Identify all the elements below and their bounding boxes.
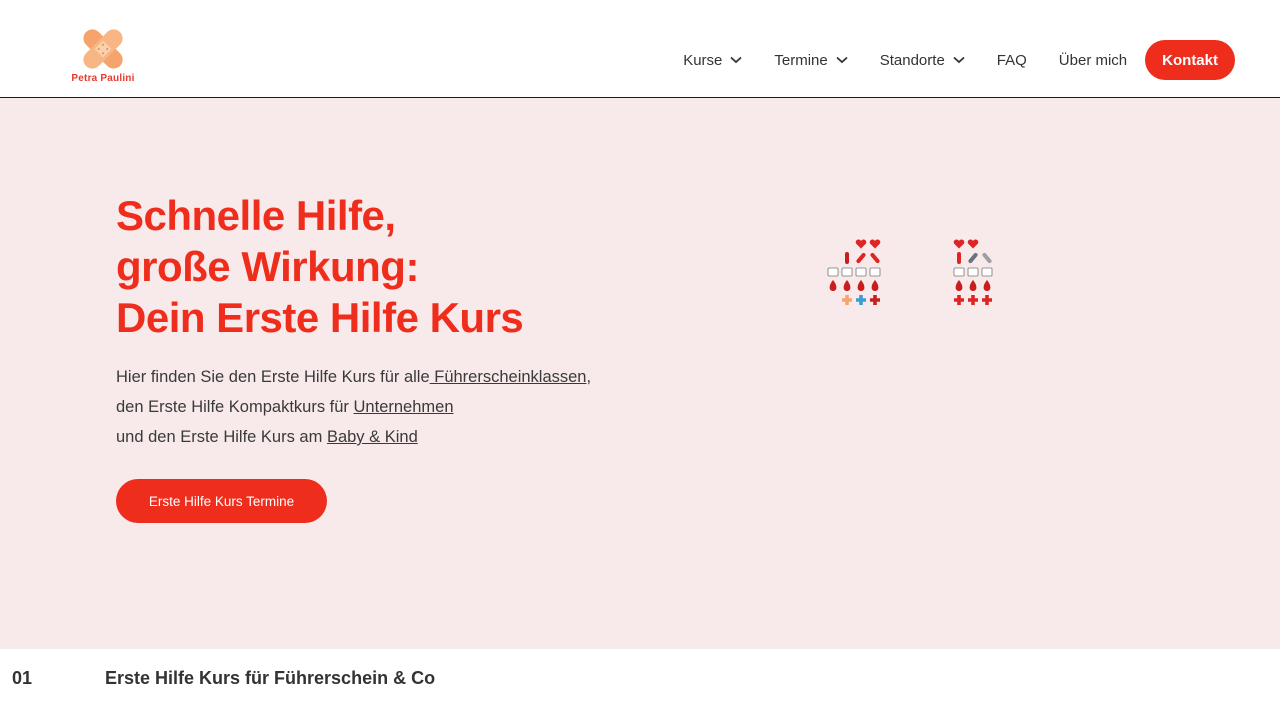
hero-headline: Schnelle Hilfe, große Wirkung: Dein Erst… [116, 190, 524, 343]
intro-text: , [586, 368, 592, 386]
hero-intro: Hier finden Sie den Erste Hilfe Kurs für… [116, 362, 591, 452]
nav-item-termine[interactable]: Termine [774, 51, 848, 69]
heart-collage-glyph [982, 252, 992, 264]
headline-line: Schnelle Hilfe, [116, 192, 396, 239]
heart-collage-glyph [957, 252, 961, 264]
heart-collage-glyph [856, 295, 866, 305]
link-baby-kind[interactable]: Baby & Kind [327, 428, 418, 446]
heart-collage-glyph [871, 280, 879, 291]
intro-text: und den Erste Hilfe Kurs am [116, 428, 327, 446]
intro-text: Hier finden Sie den Erste Hilfe Kurs für… [116, 368, 430, 386]
heart-collage-glyph [869, 239, 881, 249]
heart-collage-glyph [857, 280, 865, 291]
heart-collage-glyph [870, 252, 880, 264]
heart-collage-glyph [983, 280, 991, 291]
heart-collage-glyph [827, 267, 839, 277]
bandage-logo-icon [83, 29, 123, 69]
heart-collage-glyph [954, 295, 964, 305]
intro-text: den Erste Hilfe Kompaktkurs für [116, 398, 354, 416]
logo[interactable]: Petra Paulini [60, 28, 146, 88]
nav-item-label: Standorte [879, 51, 945, 69]
nav-item-faq[interactable]: FAQ [997, 52, 1027, 69]
heart-collage-glyph [967, 239, 979, 249]
course-section-row[interactable]: 01 Erste Hilfe Kurs für Führerschein & C… [0, 648, 1280, 720]
heart-collage-glyph [953, 267, 965, 277]
headline-line: große Wirkung: [116, 243, 419, 290]
heart-collage-glyph [968, 295, 978, 305]
heart-medical-icons-image [726, 184, 1100, 524]
headline-line: Dein Erste Hilfe Kurs [116, 294, 524, 341]
main-nav: Kurse Termine Standorte FAQ Über mich Ko… [683, 40, 1235, 80]
heart-collage-glyph [968, 252, 978, 264]
termine-cta-button[interactable]: Erste Hilfe Kurs Termine [116, 479, 327, 523]
heart-collage-glyph [856, 252, 866, 264]
heart-collage-glyph [955, 280, 963, 291]
heart-collage-glyph [870, 295, 880, 305]
intro-line: Hier finden Sie den Erste Hilfe Kurs für… [116, 362, 591, 392]
heart-collage-glyph [982, 295, 992, 305]
section-title: Erste Hilfe Kurs für Führerschein & Co [105, 668, 436, 688]
section-number: 01 [12, 668, 33, 688]
logo-text: Petra Paulini [71, 73, 135, 84]
link-fuehrerscheinklassen[interactable]: Führerscheinklassen [430, 368, 586, 386]
heart-collage-glyph [842, 295, 852, 305]
heart-collage-glyph [981, 267, 993, 277]
nav-item-label: Kurse [683, 51, 723, 69]
nav-item-label: Über mich [1058, 51, 1128, 69]
hero-section: Schnelle Hilfe, große Wirkung: Dein Erst… [0, 98, 1280, 648]
chevron-down-icon [836, 56, 848, 64]
site-header: Petra Paulini Kurse Termine Standorte FA… [0, 0, 1280, 98]
heart-collage-glyph [953, 239, 965, 249]
nav-item-kurse[interactable]: Kurse [683, 52, 742, 69]
nav-item-ueber-mich[interactable]: Über mich [1059, 52, 1127, 69]
heart-collage-glyph [841, 267, 853, 277]
intro-line: und den Erste Hilfe Kurs am Baby & Kind [116, 422, 591, 452]
nav-item-label: Termine [774, 51, 828, 69]
heart-collage-glyph [845, 252, 849, 264]
heart-collage-glyph [969, 280, 977, 291]
nav-item-label: FAQ [996, 51, 1027, 69]
heart-collage-icon [827, 239, 993, 305]
intro-line: den Erste Hilfe Kompaktkurs für Unterneh… [116, 392, 591, 422]
heart-collage-glyph [855, 267, 867, 277]
kontakt-button[interactable]: Kontakt [1145, 40, 1235, 80]
heart-collage-glyph [843, 280, 851, 291]
heart-collage-glyph [855, 239, 867, 249]
heart-collage-glyph [869, 267, 881, 277]
chevron-down-icon [953, 56, 965, 64]
link-unternehmen[interactable]: Unternehmen [354, 398, 454, 416]
heart-collage-glyph [967, 267, 979, 277]
heart-collage-glyph [829, 280, 837, 291]
nav-item-standorte[interactable]: Standorte [880, 52, 965, 69]
chevron-down-icon [730, 56, 742, 64]
